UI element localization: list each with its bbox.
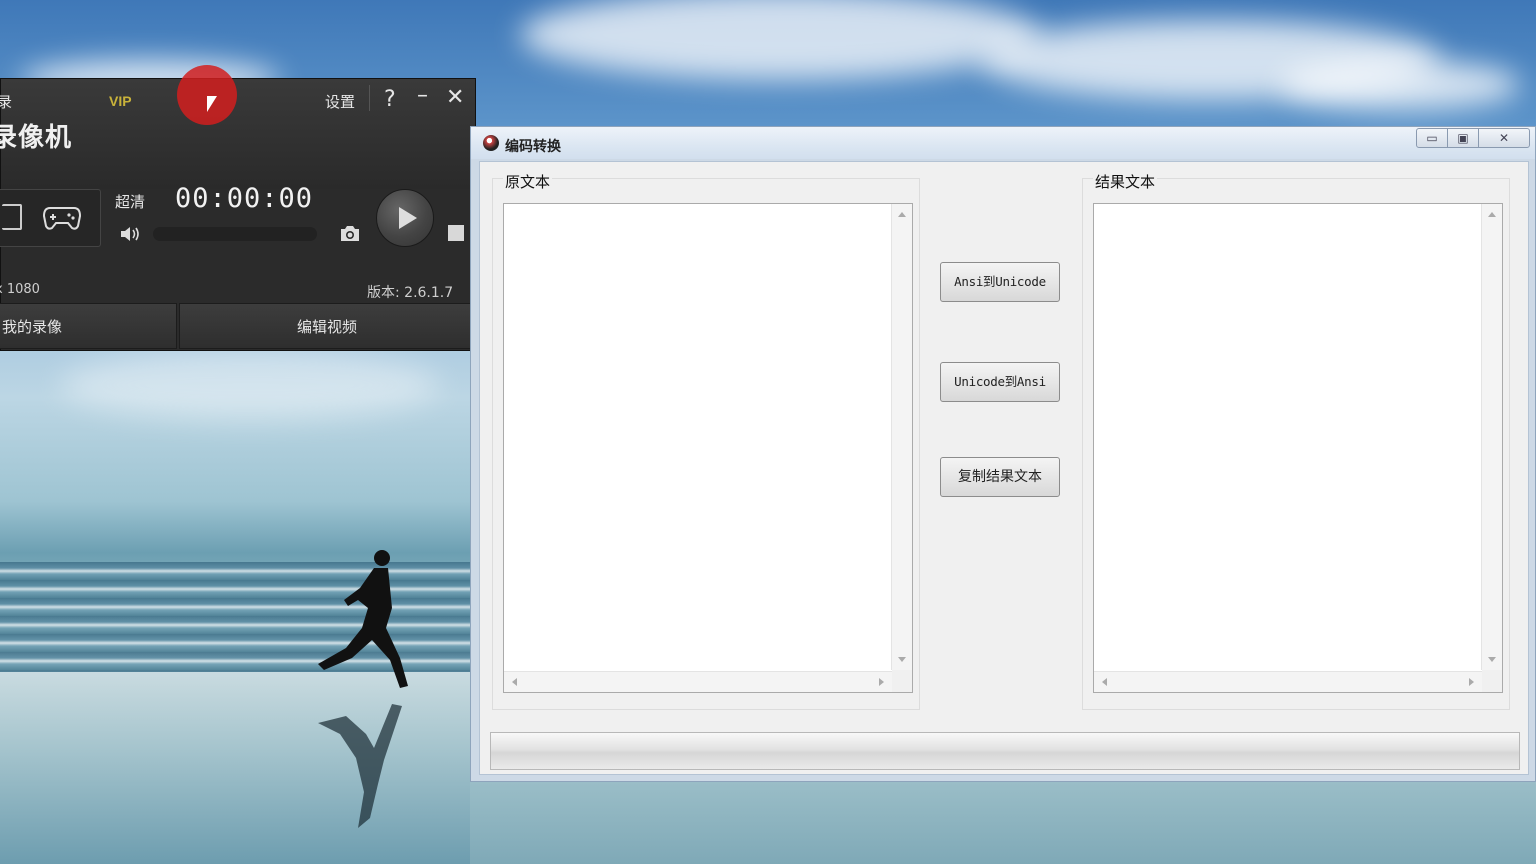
help-button[interactable]: ? xyxy=(384,87,396,112)
camera-icon[interactable] xyxy=(339,223,361,243)
result-text-label: 结果文本 xyxy=(1093,171,1158,192)
mouse-cursor-icon xyxy=(207,96,217,112)
screen-mode-icon[interactable] xyxy=(2,204,22,230)
scroll-right-icon[interactable] xyxy=(879,678,884,686)
title-divider xyxy=(369,85,370,111)
minimize-button[interactable]: ▭ xyxy=(1416,128,1448,148)
runner-silhouette xyxy=(318,550,408,828)
stop-button[interactable] xyxy=(448,225,464,241)
vertical-scrollbar[interactable] xyxy=(1481,204,1502,670)
scroll-up-icon[interactable] xyxy=(898,212,906,217)
version-label: 版本: 2.6.1.7 xyxy=(367,285,454,301)
recorder-header xyxy=(1,79,475,189)
volume-slider[interactable] xyxy=(153,227,317,241)
scroll-corner xyxy=(1482,670,1502,692)
login-link[interactable]: 录 xyxy=(0,91,12,112)
vip-badge[interactable]: VIP xyxy=(109,93,132,109)
status-bar xyxy=(490,732,1520,770)
scroll-left-icon[interactable] xyxy=(1102,678,1107,686)
scroll-down-icon[interactable] xyxy=(898,657,906,662)
record-play-button[interactable] xyxy=(376,189,434,247)
copy-result-button[interactable]: 复制结果文本 xyxy=(940,457,1060,497)
scroll-left-icon[interactable] xyxy=(512,678,517,686)
close-button[interactable]: ✕ xyxy=(1478,128,1530,148)
close-button[interactable]: ✕ xyxy=(446,85,464,110)
encoding-converter-window: 编码转换 ▭ ▣ ✕ 原文本 Ansi到Unicode Unicode到Ansi… xyxy=(470,126,1536,782)
unicode-to-ansi-button[interactable]: Unicode到Ansi xyxy=(940,362,1060,402)
title-bar[interactable]: 编码转换 ▭ ▣ ✕ xyxy=(471,127,1535,159)
cloud xyxy=(520,0,1040,80)
result-text-group: 结果文本 xyxy=(1082,171,1510,710)
source-text-label: 原文本 xyxy=(503,171,553,192)
cloud xyxy=(1280,60,1520,110)
horizontal-scrollbar[interactable] xyxy=(1094,671,1482,692)
vertical-scrollbar[interactable] xyxy=(891,204,912,670)
scroll-corner xyxy=(892,670,912,692)
scroll-right-icon[interactable] xyxy=(1469,678,1474,686)
click-indicator xyxy=(177,65,237,125)
window-content: 原文本 Ansi到Unicode Unicode到Ansi 复制结果文本 结果文… xyxy=(479,161,1529,775)
cloud xyxy=(60,350,440,420)
record-timer: 00:00:00 xyxy=(175,183,314,214)
quality-selector[interactable]: 超清 xyxy=(115,191,145,212)
maximize-button[interactable]: ▣ xyxy=(1447,128,1479,148)
scroll-up-icon[interactable] xyxy=(1488,212,1496,217)
tab-edit-video[interactable]: 编辑视频 xyxy=(179,303,475,349)
recorder-window: 录 VIP 设置 ? – ✕ 录像机 超清 00:00:00 x 1080 版本… xyxy=(0,65,476,351)
record-mode-selector xyxy=(0,189,101,247)
scroll-down-icon[interactable] xyxy=(1488,657,1496,662)
volume-icon[interactable] xyxy=(119,225,141,243)
source-text-group: 原文本 xyxy=(492,171,920,710)
app-title: 录像机 xyxy=(0,123,73,153)
horizontal-scrollbar[interactable] xyxy=(504,671,892,692)
tab-my-recordings[interactable]: 我的录像 xyxy=(0,303,177,349)
result-text-area[interactable] xyxy=(1093,203,1503,693)
window-title: 编码转换 xyxy=(505,139,561,155)
ansi-to-unicode-button[interactable]: Ansi到Unicode xyxy=(940,262,1060,302)
source-text-area[interactable] xyxy=(503,203,913,693)
settings-button[interactable]: 设置 xyxy=(325,91,355,112)
minimize-button[interactable]: – xyxy=(417,83,428,108)
game-mode-icon[interactable] xyxy=(42,202,82,232)
app-icon xyxy=(483,135,499,151)
resolution-label: x 1080 xyxy=(0,282,40,297)
